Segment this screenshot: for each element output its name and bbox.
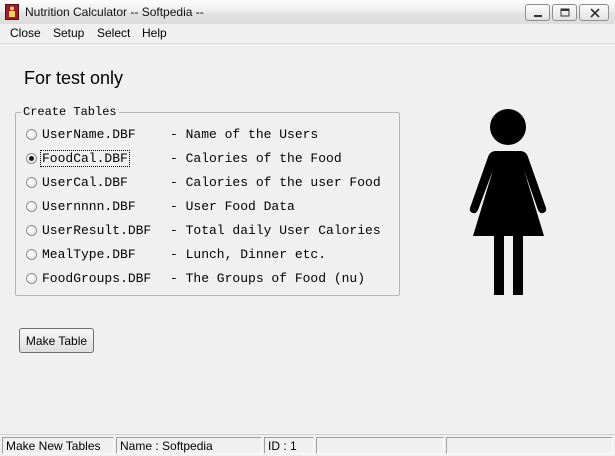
status-panel-4 <box>316 437 444 454</box>
menu-setup[interactable]: Setup <box>53 26 84 40</box>
option-userresult[interactable]: UserResult.DBF - Total daily User Calori… <box>24 221 394 241</box>
option-file: FoodCal.DBF <box>40 150 130 167</box>
option-mealtype[interactable]: MealType.DBF - Lunch, Dinner etc. <box>24 245 394 265</box>
option-desc: - Name of the Users <box>170 127 319 142</box>
client-area: For test only Create Tables UserName.DBF… <box>0 44 615 434</box>
minimize-icon <box>534 15 542 17</box>
title-bar[interactable]: Nutrition Calculator -- Softpedia -- <box>0 0 615 25</box>
make-table-button[interactable]: Make Table <box>19 328 94 353</box>
status-panel-5 <box>446 437 613 454</box>
option-file: UserResult.DBF <box>42 223 152 238</box>
menu-help[interactable]: Help <box>142 26 167 40</box>
radio-foodgroups[interactable] <box>26 273 37 284</box>
menu-bar: Close Setup Select Help <box>0 24 615 44</box>
option-file: FoodGroups.DBF <box>42 271 152 286</box>
menu-close[interactable]: Close <box>10 26 41 40</box>
maximize-icon <box>560 8 570 17</box>
option-file: MealType.DBF <box>42 247 136 262</box>
create-tables-group: Create Tables UserName.DBF - Name of the… <box>15 105 400 296</box>
close-icon <box>590 8 600 18</box>
radio-username[interactable] <box>26 129 37 140</box>
radio-mealtype[interactable] <box>26 249 37 260</box>
option-file: UserName.DBF <box>42 127 136 142</box>
status-message: Make New Tables <box>2 437 114 454</box>
option-desc: - Calories of the user Food <box>170 175 381 190</box>
status-id: ID : 1 <box>264 437 314 454</box>
radio-userresult[interactable] <box>26 225 37 236</box>
option-usercal[interactable]: UserCal.DBF - Calories of the user Food <box>24 173 394 193</box>
option-desc: - Total daily User Calories <box>170 223 381 238</box>
option-desc: - The Groups of Food (nu) <box>170 271 366 286</box>
option-username[interactable]: UserName.DBF - Name of the Users <box>24 125 394 145</box>
radio-foodcal[interactable] <box>26 153 37 164</box>
status-name: Name : Softpedia <box>116 437 262 454</box>
option-file: Usernnnn.DBF <box>42 199 136 214</box>
group-label: Create Tables <box>21 105 119 119</box>
option-usernnnn[interactable]: Usernnnn.DBF - User Food Data <box>24 197 394 217</box>
page-heading: For test only <box>24 68 124 88</box>
woman-figure-icon <box>469 109 547 295</box>
app-icon[interactable] <box>5 4 19 20</box>
option-desc: - Calories of the Food <box>170 151 342 166</box>
option-desc: - Lunch, Dinner etc. <box>170 247 327 262</box>
window-title: Nutrition Calculator -- Softpedia -- <box>25 5 204 19</box>
menu-select[interactable]: Select <box>97 26 130 40</box>
radio-usercal[interactable] <box>26 177 37 188</box>
close-button[interactable] <box>579 4 609 21</box>
minimize-button[interactable] <box>525 4 550 21</box>
radio-usernnnn[interactable] <box>26 201 37 212</box>
status-bar: Make New Tables Name : Softpedia ID : 1 <box>0 434 615 456</box>
maximize-button[interactable] <box>552 4 577 21</box>
option-file: UserCal.DBF <box>42 175 128 190</box>
option-foodcal[interactable]: FoodCal.DBF - Calories of the Food <box>24 149 394 169</box>
option-foodgroups[interactable]: FoodGroups.DBF - The Groups of Food (nu) <box>24 269 394 289</box>
app-window: Nutrition Calculator -- Softpedia -- Clo… <box>0 0 615 456</box>
option-desc: - User Food Data <box>170 199 295 214</box>
